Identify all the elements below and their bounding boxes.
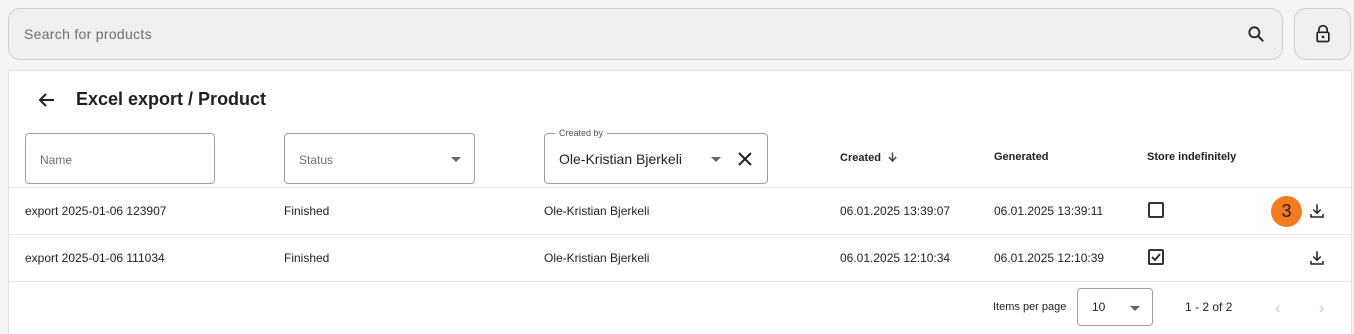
row-created: 06.01.2025 13:39:07 (840, 204, 951, 218)
pagination-range: 1 - 2 of 2 (1185, 300, 1233, 314)
page-title: Excel export / Product (76, 89, 267, 109)
back-arrow-icon[interactable] (35, 88, 59, 112)
search-icon[interactable] (1246, 24, 1266, 44)
checkmark-icon (1151, 253, 1161, 262)
search-input[interactable]: Search for products (24, 26, 152, 42)
lock-icon (1316, 24, 1330, 43)
row-name: export 2025-01-06 111034 (25, 251, 165, 265)
download-icon[interactable] (1308, 249, 1326, 267)
row-status: Finished (284, 251, 330, 265)
status-filter-select[interactable]: Status (284, 133, 475, 184)
store-indefinitely-checkbox[interactable] (1148, 249, 1164, 265)
items-per-page-label: Items per page (993, 301, 1067, 313)
divider (9, 281, 1353, 282)
lock-button[interactable] (1294, 8, 1351, 60)
items-per-page-select[interactable]: 10 (1077, 288, 1153, 326)
store-indefinitely-checkbox[interactable] (1148, 202, 1164, 218)
sort-down-icon (888, 152, 897, 163)
export-card: Excel export / Product Name Status Creat… (8, 70, 1353, 334)
created-by-label: Created by (555, 128, 608, 138)
row-generated: 06.01.2025 12:10:39 (994, 251, 1105, 265)
clear-icon[interactable] (737, 151, 753, 167)
created-by-filter-select[interactable]: Created by Ole-Kristian Bjerkeli (544, 128, 768, 184)
created-by-value: Ole-Kristian Bjerkeli (559, 151, 682, 167)
row-generated: 06.01.2025 13:39:11 (994, 204, 1104, 218)
column-header-created[interactable]: Created (840, 151, 898, 164)
chevron-right-icon[interactable]: › (1319, 300, 1324, 318)
row-status: Finished (284, 204, 330, 218)
dropdown-caret-icon (711, 157, 721, 162)
dropdown-caret-icon (1130, 306, 1140, 311)
download-icon[interactable] (1308, 202, 1326, 220)
column-header-store-indefinitely[interactable]: Store indefinitely (1147, 151, 1236, 163)
items-per-page-value: 10 (1092, 300, 1106, 314)
notification-badge: 3 (1271, 196, 1302, 227)
dropdown-caret-icon (451, 157, 461, 162)
search-bar[interactable]: Search for products (8, 8, 1283, 60)
name-filter-label: Name (40, 153, 73, 167)
created-header-label: Created (840, 152, 881, 164)
divider (9, 187, 1353, 188)
row-created-by: Ole-Kristian Bjerkeli (544, 251, 650, 265)
row-created-by: Ole-Kristian Bjerkeli (544, 204, 650, 218)
top-bar: Search for products (0, 0, 1354, 70)
divider (9, 234, 1353, 235)
chevron-left-icon[interactable]: ‹ (1275, 300, 1280, 318)
column-header-generated[interactable]: Generated (994, 151, 1048, 163)
name-filter-field[interactable]: Name (25, 133, 215, 184)
row-created: 06.01.2025 12:10:34 (840, 251, 951, 265)
status-filter-label: Status (299, 153, 334, 167)
row-name: export 2025-01-06 123907 (25, 204, 167, 218)
